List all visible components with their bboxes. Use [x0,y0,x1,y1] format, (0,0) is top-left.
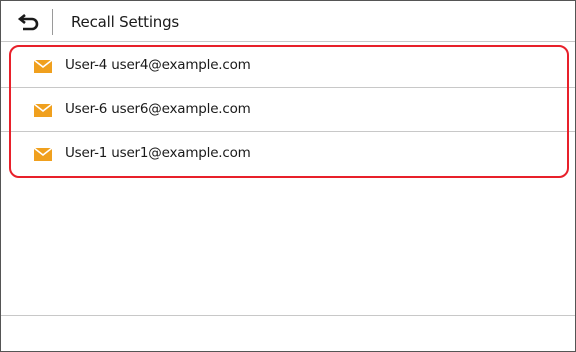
header-divider [52,9,53,35]
list-item[interactable]: User-1 user1@example.com [1,132,575,176]
list-item[interactable]: User-4 user4@example.com [1,44,575,88]
recall-settings-screen: Recall Settings User-4 user4@example.com… [0,0,576,352]
list-item-label: User-4 user4@example.com [65,57,251,73]
back-arrow-icon [17,13,39,31]
header-bar: Recall Settings [1,1,575,42]
back-button[interactable] [13,8,45,36]
envelope-icon [34,104,52,117]
list-item-label: User-1 user1@example.com [65,145,251,161]
footer-divider [1,315,575,316]
page-title: Recall Settings [71,13,180,31]
list-item[interactable]: User-6 user6@example.com [1,88,575,132]
recall-list: User-4 user4@example.com User-6 user6@ex… [1,44,575,176]
list-item-label: User-6 user6@example.com [65,101,251,117]
envelope-icon [34,148,52,161]
envelope-icon [34,60,52,73]
